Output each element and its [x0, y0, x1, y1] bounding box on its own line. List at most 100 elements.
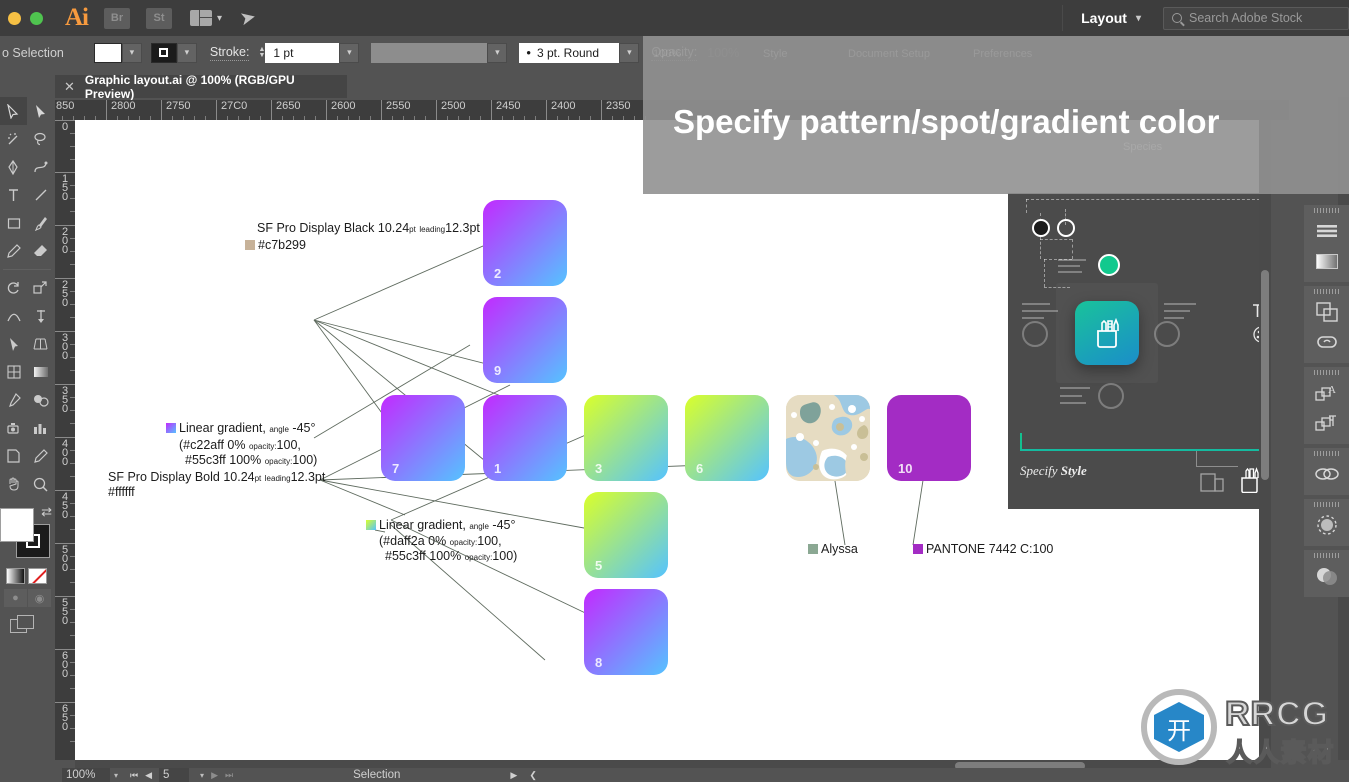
maximize-button[interactable] [30, 11, 43, 25]
tool-hand[interactable] [0, 470, 27, 498]
tool-line-segment[interactable] [27, 181, 54, 209]
card-9[interactable]: 9 [483, 297, 567, 383]
card-6[interactable]: 6 [685, 395, 769, 481]
stroke-label[interactable]: Stroke: [209, 45, 250, 61]
variable-width-profile[interactable] [371, 42, 488, 63]
tool-curvature[interactable] [27, 153, 54, 181]
next-page-icon[interactable]: ▶ [211, 770, 218, 781]
swap-fill-stroke-icon[interactable]: ⇄ [41, 504, 52, 520]
tool-eraser[interactable] [27, 237, 54, 265]
fill-dropdown[interactable]: ▾ [121, 42, 142, 63]
draw-normal-icon[interactable]: ● [4, 589, 27, 607]
vertical-ruler[interactable]: 0150200250300350400450500550600650 [55, 120, 75, 760]
card-7[interactable]: 7 [381, 395, 465, 481]
stroke-dropdown[interactable]: ▾ [176, 42, 197, 63]
card-2[interactable]: 2 [483, 200, 567, 286]
card-8[interactable]: 8 [584, 589, 668, 675]
tool-blend[interactable] [27, 386, 54, 414]
tool-shape-builder[interactable] [0, 330, 27, 358]
card-1[interactable]: 1 [483, 395, 567, 481]
drag-grip-icon[interactable] [1313, 502, 1340, 507]
card-10[interactable]: 10 [887, 395, 971, 481]
tool-column-graph[interactable] [27, 414, 54, 442]
tool-pencil[interactable] [0, 237, 27, 265]
tool-mesh[interactable] [0, 358, 27, 386]
last-page-icon[interactable]: ⏭ [225, 770, 233, 781]
tool-artboard[interactable] [0, 442, 27, 470]
tool-scale[interactable] [27, 274, 54, 302]
canvas-vertical-scrollbar[interactable] [1259, 120, 1271, 760]
node-dot-dark[interactable] [1032, 219, 1050, 237]
copy-shapes-icon[interactable] [1200, 469, 1226, 498]
tool-rotate[interactable] [0, 274, 27, 302]
artboard-canvas[interactable]: 2 9 7 1 3 6 5 8 10 SF Pro Display Black … [75, 120, 1271, 760]
tool-lasso[interactable] [27, 125, 54, 153]
tool-free-transform[interactable] [27, 302, 54, 330]
node-circle[interactable] [1098, 383, 1124, 409]
paragraph-styles-icon[interactable] [1304, 408, 1349, 438]
tool-magic-wand[interactable] [0, 125, 27, 153]
tool-width[interactable] [0, 302, 27, 330]
chevron-down-icon[interactable]: ▾ [114, 771, 118, 780]
tool-symbol-sprayer[interactable] [0, 414, 27, 442]
tool-slice[interactable] [27, 442, 54, 470]
drag-grip-icon[interactable] [1313, 553, 1340, 558]
close-icon[interactable]: ✕ [64, 79, 75, 95]
creative-cloud-icon[interactable] [1304, 327, 1349, 357]
window-controls[interactable] [8, 11, 43, 25]
node-circle[interactable] [1154, 321, 1180, 347]
arrange-documents-button[interactable]: ▾ [190, 10, 222, 26]
none-swatch-button[interactable] [28, 568, 47, 584]
card-3[interactable]: 3 [584, 395, 668, 481]
scroll-thumb[interactable] [1261, 270, 1269, 480]
appearance-icon[interactable] [1304, 510, 1349, 540]
width-profile-dropdown[interactable]: ▾ [487, 42, 508, 63]
drag-grip-icon[interactable] [1313, 370, 1340, 375]
fill-color-swatch[interactable] [93, 42, 122, 63]
fill-stroke-indicator[interactable]: ⇄ [0, 504, 54, 566]
drag-grip-icon[interactable] [1313, 208, 1340, 213]
drag-grip-icon[interactable] [1313, 451, 1340, 456]
transparency-icon[interactable] [1304, 561, 1349, 591]
bridge-button[interactable]: Br [104, 7, 130, 29]
node-dot-outline[interactable] [1057, 219, 1075, 237]
gradient-icon[interactable] [1304, 246, 1349, 276]
tool-zoom[interactable] [27, 470, 54, 498]
style-panel-mockup[interactable]: Specify Style [1008, 193, 1271, 509]
tool-type[interactable] [0, 181, 27, 209]
pencil-cup-icon[interactable] [1075, 301, 1139, 365]
libraries-icon[interactable] [1304, 216, 1349, 246]
character-styles-icon[interactable]: A [1304, 378, 1349, 408]
tool-pen[interactable] [0, 153, 27, 181]
tool-paintbrush[interactable] [27, 209, 54, 237]
card-pattern-alyssa[interactable] [786, 395, 870, 481]
stroke-weight-dropdown[interactable]: ▾ [339, 42, 360, 63]
zoom-level-input[interactable]: 100% [62, 768, 110, 782]
accent-status-dot[interactable] [1098, 254, 1120, 276]
tool-selection[interactable] [0, 97, 27, 125]
tool-perspective-grid[interactable] [27, 330, 54, 358]
status-resize-icon[interactable]: ❮ [529, 770, 537, 781]
node-circle[interactable] [1022, 321, 1048, 347]
rocket-icon[interactable]: ➤ [238, 5, 258, 31]
tool-direct-selection[interactable] [27, 97, 54, 125]
brush-dropdown[interactable]: ▾ [619, 42, 640, 63]
links-icon[interactable] [1304, 459, 1349, 489]
card-5[interactable]: 5 [584, 492, 668, 578]
screen-mode-icon[interactable] [10, 615, 34, 633]
draw-inside-icon[interactable]: ◉ [28, 589, 51, 607]
tool-eyedropper[interactable] [0, 386, 27, 414]
status-expand-icon[interactable]: ▶ [510, 770, 517, 781]
stock-search-input[interactable]: Search Adobe Stock [1163, 6, 1349, 30]
layers-icon[interactable] [1304, 297, 1349, 327]
drag-grip-icon[interactable] [1313, 289, 1340, 294]
stroke-color-swatch[interactable] [150, 42, 177, 63]
stock-button[interactable]: St [146, 7, 172, 29]
tool-rectangle[interactable] [0, 209, 27, 237]
stroke-weight-input[interactable]: 1 pt [265, 42, 340, 63]
artboard-number-input[interactable]: 5 [159, 768, 190, 782]
prev-page-icon[interactable]: ◀ [145, 770, 152, 781]
tool-gradient[interactable] [27, 358, 54, 386]
fill-indicator[interactable] [0, 508, 34, 542]
gradient-swatch-button[interactable] [6, 568, 25, 584]
